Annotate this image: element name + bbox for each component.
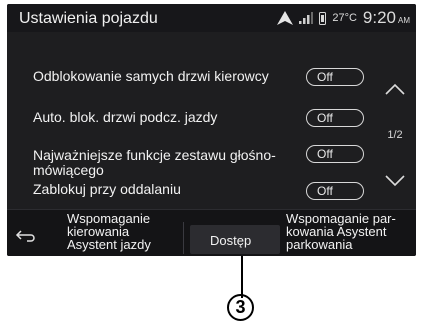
setting-row-driver-door-unlock[interactable]: Odblokowanie samych drzwi kierowcy Off <box>7 62 369 92</box>
tab-parking-assist[interactable]: Wspomaganie par-kowania Asystent parkowa… <box>286 212 414 251</box>
temperature-readout: 27°C <box>332 12 357 24</box>
phone-icon <box>319 11 327 25</box>
tab-driving-assist[interactable]: Wspomaganie kierowania Asystent jazdy <box>67 212 179 251</box>
callout-pointer-line <box>241 256 243 298</box>
chevron-down-icon[interactable] <box>384 174 406 188</box>
chevron-up-icon[interactable] <box>384 82 406 96</box>
setting-row-auto-lock-driving[interactable]: Auto. blok. drzwi podcz. jazdy Off <box>7 101 369 131</box>
callout-number-3: 3 <box>227 294 254 321</box>
navigation-arrow-icon <box>277 11 294 25</box>
clock-suffix: AM <box>398 16 410 25</box>
status-bar: Ustawienia pojazdu 27°C 9:20 AM <box>7 4 416 32</box>
status-indicators: 27°C 9:20 AM <box>277 8 410 28</box>
setting-label: Najważniejsze funkcje zestawu głośno-mów… <box>33 147 276 178</box>
back-arrow-icon[interactable] <box>15 229 37 243</box>
toggle-switch[interactable]: Off <box>306 109 364 127</box>
bottom-tab-bar: Wspomaganie kierowania Asystent jazdy Do… <box>7 209 416 256</box>
toggle-switch[interactable]: Off <box>306 145 364 163</box>
toggle-switch[interactable]: Off <box>306 182 364 200</box>
setting-label: Zablokuj przy oddalaniu <box>33 181 181 197</box>
setting-label: Auto. blok. drzwi podcz. jazdy <box>33 109 218 125</box>
setting-row-handsfree-functions[interactable]: Najważniejsze funkcje zestawu głośno-mów… <box>7 142 369 178</box>
tab-access[interactable]: Dostęp <box>210 234 270 247</box>
signal-icon <box>299 12 314 24</box>
setting-label: Odblokowanie samych drzwi kierowcy <box>33 68 269 84</box>
setting-row-walk-away-lock[interactable]: Zablokuj przy oddalaniu Off <box>7 178 369 204</box>
toggle-switch[interactable]: Off <box>306 68 364 86</box>
page-title: Ustawienia pojazdu <box>19 10 158 27</box>
page-indicator: 1/2 <box>387 129 403 141</box>
clock: 9:20 AM <box>363 8 410 28</box>
clock-time: 9:20 <box>362 8 396 27</box>
scroll-controls: 1/2 <box>376 60 414 210</box>
infotainment-screen: Ustawienia pojazdu 27°C 9:20 AM Odblokowa… <box>7 4 416 256</box>
tab-divider <box>183 222 184 254</box>
